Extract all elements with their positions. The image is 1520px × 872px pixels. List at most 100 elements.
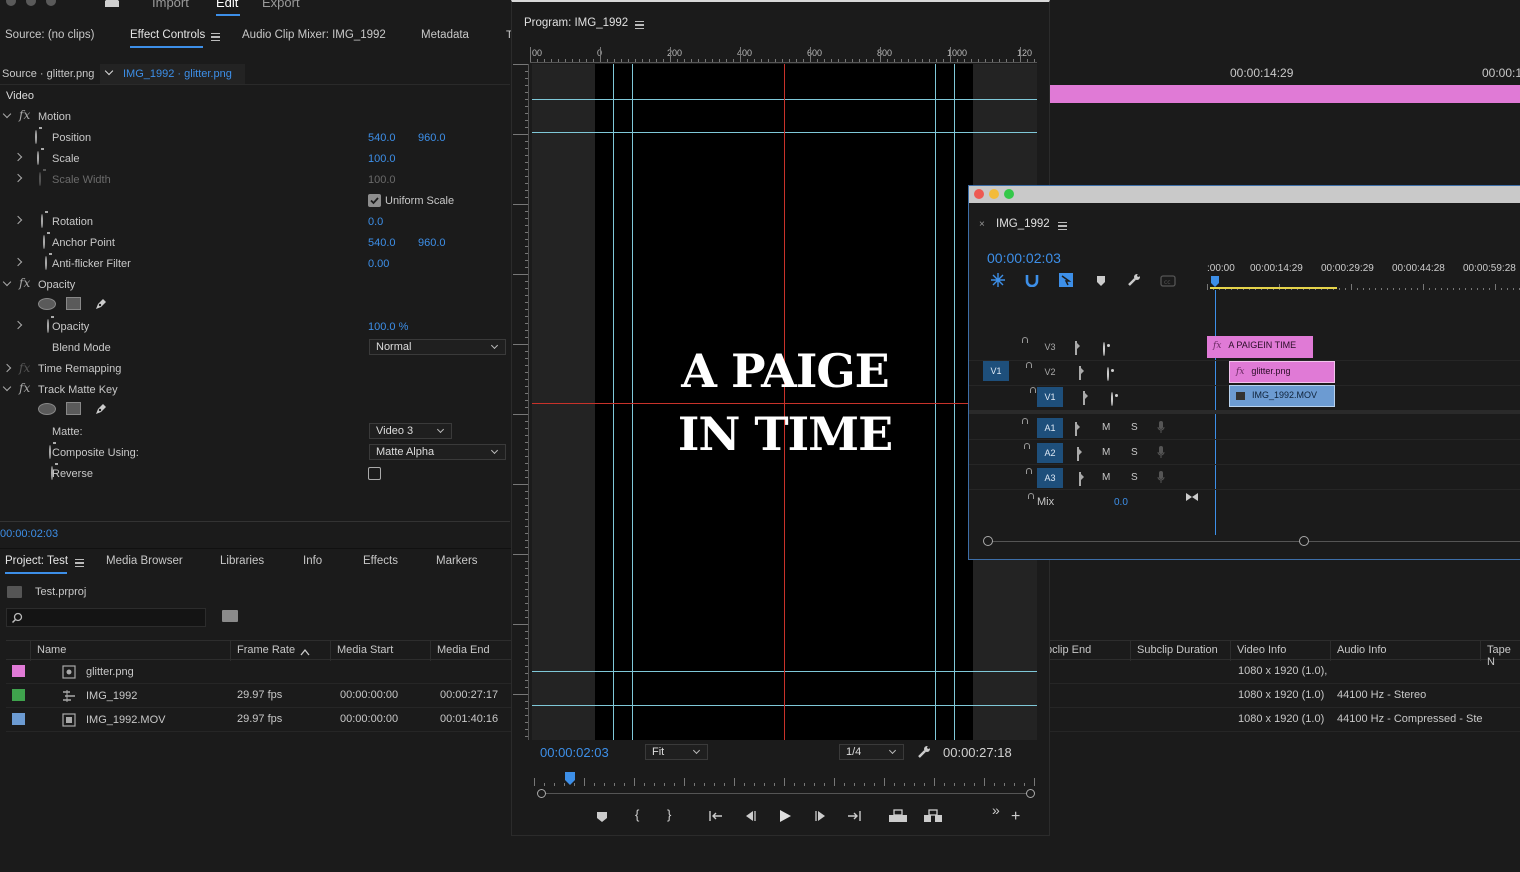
window-titlebar[interactable] bbox=[969, 186, 1520, 203]
playhead-icon[interactable] bbox=[564, 772, 576, 786]
track-label-a2[interactable]: A2 bbox=[1037, 443, 1063, 463]
video-canvas[interactable]: A PAIGE IN TIME bbox=[532, 64, 1037, 740]
minimize-dot[interactable] bbox=[989, 189, 999, 199]
stopwatch-icon[interactable] bbox=[43, 235, 45, 249]
microphone-icon[interactable] bbox=[1157, 420, 1165, 434]
tab-libraries[interactable]: Libraries bbox=[220, 555, 264, 567]
reverse-checkbox[interactable] bbox=[368, 467, 381, 480]
go-to-in-icon[interactable] bbox=[708, 810, 724, 822]
sync-lock-icon[interactable] bbox=[1079, 366, 1081, 380]
zoom-scrollbar[interactable] bbox=[537, 789, 1035, 798]
tab-markers[interactable]: Markers bbox=[436, 555, 478, 567]
rectangle-mask-icon[interactable] bbox=[66, 297, 81, 310]
new-bin-icon[interactable] bbox=[222, 610, 238, 622]
close-dot[interactable] bbox=[6, 0, 16, 6]
mute-button[interactable]: M bbox=[1102, 422, 1110, 433]
stopwatch-icon[interactable] bbox=[35, 130, 37, 144]
col-media-start[interactable]: Media Start bbox=[337, 644, 393, 656]
guide-line[interactable] bbox=[954, 64, 955, 740]
tab-project[interactable]: Project: Test bbox=[5, 555, 68, 567]
step-forward-icon[interactable] bbox=[814, 810, 828, 822]
solo-button[interactable]: S bbox=[1131, 447, 1138, 458]
playhead-icon[interactable] bbox=[1210, 276, 1220, 288]
lift-icon[interactable] bbox=[888, 809, 908, 823]
antiflicker-value[interactable]: 0.00 bbox=[368, 258, 389, 270]
home-icon[interactable] bbox=[103, 0, 121, 7]
tab-media-browser[interactable]: Media Browser bbox=[106, 555, 183, 567]
work-area-bar[interactable] bbox=[1210, 287, 1337, 289]
label-color-swatch[interactable] bbox=[12, 713, 25, 725]
zoom-dot[interactable] bbox=[46, 0, 56, 6]
timeline-timecode[interactable]: 00:00:02:03 bbox=[987, 250, 1061, 266]
microphone-icon[interactable] bbox=[1157, 445, 1165, 459]
label-color-swatch[interactable] bbox=[12, 689, 25, 701]
close-icon[interactable]: × bbox=[979, 219, 985, 230]
panel-menu-icon[interactable] bbox=[75, 559, 84, 567]
scale-value[interactable]: 100.0 bbox=[368, 153, 396, 165]
program-title[interactable]: Program: IMG_1992 bbox=[524, 17, 628, 29]
zoom-handle-right[interactable] bbox=[1299, 536, 1309, 546]
anchor-y-value[interactable]: 960.0 bbox=[418, 237, 446, 249]
matte-dropdown[interactable]: Video 3 bbox=[369, 423, 452, 439]
tab-effects[interactable]: Effects bbox=[363, 555, 398, 567]
zoom-handle-right[interactable] bbox=[1026, 789, 1035, 798]
opacity-value[interactable]: 100.0 % bbox=[368, 321, 408, 333]
sync-lock-icon[interactable] bbox=[1077, 447, 1079, 461]
resolution-dropdown[interactable]: 1/4 bbox=[839, 744, 904, 760]
solo-button[interactable]: S bbox=[1131, 422, 1138, 433]
anchor-x-value[interactable]: 540.0 bbox=[368, 237, 396, 249]
track-label-v2[interactable]: V2 bbox=[1037, 362, 1063, 382]
timeline-title[interactable]: IMG_1992 bbox=[996, 218, 1050, 230]
button-editor-overflow-icon[interactable]: » bbox=[992, 802, 1000, 818]
col-media-end[interactable]: Media End bbox=[437, 644, 490, 656]
eye-icon[interactable] bbox=[1111, 392, 1113, 406]
sync-lock-icon[interactable] bbox=[1075, 422, 1077, 436]
fx-icon[interactable]: fx bbox=[19, 381, 30, 395]
sort-ascending-icon[interactable] bbox=[300, 648, 310, 656]
nest-icon[interactable] bbox=[990, 272, 1006, 288]
ellipse-mask-icon[interactable] bbox=[38, 298, 56, 310]
guide-line[interactable] bbox=[613, 64, 614, 740]
clip-v1-video[interactable]: IMG_1992.MOV bbox=[1229, 385, 1335, 407]
col-video-info[interactable]: Video Info bbox=[1237, 644, 1286, 656]
mark-out-icon[interactable]: } bbox=[667, 807, 671, 822]
add-button-icon[interactable]: + bbox=[1011, 808, 1020, 826]
wrench-icon[interactable] bbox=[1127, 273, 1141, 287]
step-back-icon[interactable] bbox=[743, 810, 757, 822]
add-marker-icon[interactable] bbox=[596, 811, 608, 823]
snap-icon[interactable] bbox=[1025, 273, 1039, 287]
track-label-a3[interactable]: A3 bbox=[1037, 468, 1063, 488]
col-subclip-duration[interactable]: Subclip Duration bbox=[1137, 644, 1218, 656]
tab-info[interactable]: Info bbox=[303, 555, 322, 567]
project-search-input[interactable] bbox=[6, 608, 206, 627]
uniform-scale-checkbox[interactable] bbox=[368, 194, 381, 207]
tab-metadata[interactable]: Metadata bbox=[421, 29, 469, 41]
position-y-value[interactable]: 960.0 bbox=[418, 132, 446, 144]
stopwatch-icon[interactable] bbox=[49, 445, 51, 459]
program-time-ruler[interactable] bbox=[534, 772, 1037, 786]
guide-line[interactable] bbox=[632, 64, 633, 740]
go-to-out-icon[interactable] bbox=[846, 810, 862, 822]
col-subclip-end[interactable]: bclip End bbox=[1046, 644, 1091, 656]
bg-timeline-clip-bar[interactable] bbox=[1050, 85, 1520, 103]
center-guide-vertical[interactable] bbox=[784, 64, 785, 740]
extract-icon[interactable] bbox=[923, 809, 943, 823]
panel-menu-icon[interactable] bbox=[1058, 222, 1067, 230]
composite-dropdown[interactable]: Matte Alpha bbox=[369, 444, 506, 460]
program-current-timecode[interactable]: 00:00:02:03 bbox=[540, 745, 609, 760]
mute-button[interactable]: M bbox=[1102, 472, 1110, 483]
zoom-handle-left[interactable] bbox=[983, 536, 993, 546]
zoom-dot[interactable] bbox=[1004, 189, 1014, 199]
eye-icon[interactable] bbox=[1103, 342, 1105, 356]
guide-line[interactable] bbox=[935, 64, 936, 740]
solo-button[interactable]: S bbox=[1131, 472, 1138, 483]
blend-mode-dropdown[interactable]: Normal bbox=[369, 339, 506, 355]
position-x-value[interactable]: 540.0 bbox=[368, 132, 396, 144]
panel-menu-icon[interactable] bbox=[211, 33, 220, 41]
zoom-handle-left[interactable] bbox=[537, 789, 546, 798]
tab-effect-controls[interactable]: Effect Controls bbox=[130, 29, 205, 41]
tab-source[interactable]: Source: (no clips) bbox=[5, 29, 94, 41]
track-label-v3[interactable]: V3 bbox=[1037, 337, 1063, 357]
menu-export[interactable]: Export bbox=[262, 0, 300, 10]
col-frame-rate[interactable]: Frame Rate bbox=[237, 644, 295, 656]
